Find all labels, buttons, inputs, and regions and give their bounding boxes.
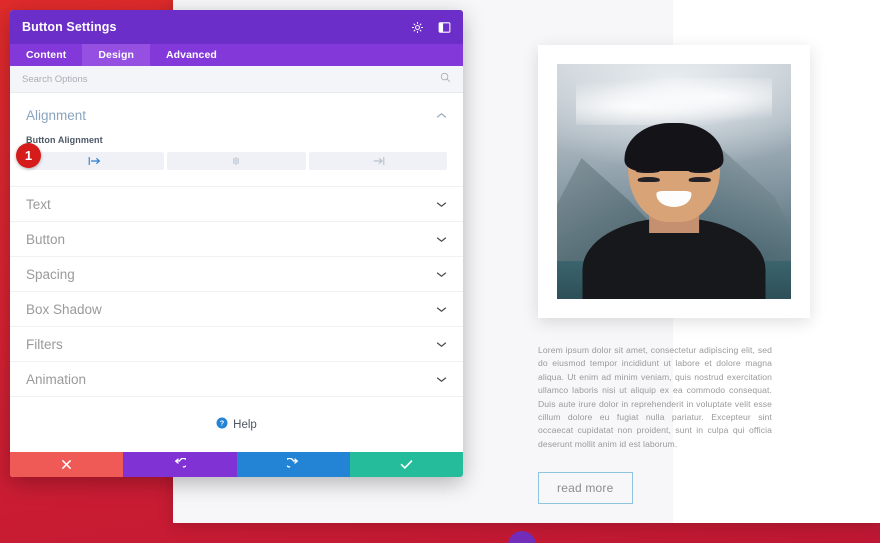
chevron-down-icon	[436, 370, 447, 388]
align-center-button[interactable]	[167, 152, 306, 170]
panel-layout-icon[interactable]	[438, 21, 451, 34]
section-filters-title: Filters	[26, 336, 63, 352]
modal-header: Button Settings	[10, 10, 463, 44]
question-circle-icon: ?	[216, 416, 228, 434]
close-icon	[61, 459, 72, 470]
undo-button[interactable]	[123, 452, 237, 477]
section-alignment-title: Alignment	[26, 107, 87, 123]
preview-body-text: Lorem ipsum dolor sit amet, consectetur …	[538, 345, 772, 449]
preview-photo	[557, 64, 791, 299]
page-scroll-dot	[508, 531, 536, 543]
align-right-button[interactable]	[308, 152, 447, 170]
undo-icon	[173, 458, 187, 471]
section-animation-title: Animation	[26, 371, 87, 387]
search-icon	[440, 70, 451, 88]
modal-tabs: Content Design Advanced	[10, 44, 463, 66]
tab-advanced[interactable]: Advanced	[150, 44, 233, 66]
search-options-bar	[10, 66, 463, 93]
section-alignment: Alignment Button Alignment	[10, 93, 463, 186]
section-alignment-header[interactable]: Alignment	[26, 106, 447, 135]
section-spacing[interactable]: Spacing	[10, 256, 463, 291]
chevron-down-icon	[436, 300, 447, 318]
tab-design[interactable]: Design	[82, 44, 150, 66]
person-hair	[624, 123, 724, 171]
modal-title: Button Settings	[22, 20, 117, 34]
button-settings-modal: Button Settings Content Design Advanced	[10, 10, 463, 477]
section-text[interactable]: Text	[10, 186, 463, 221]
modal-body: Alignment Button Alignment Text Button S…	[10, 93, 463, 452]
person-eye-right	[688, 176, 711, 182]
section-box-shadow-title: Box Shadow	[26, 301, 102, 317]
chevron-down-icon	[436, 335, 447, 353]
chevron-down-icon	[436, 265, 447, 283]
cancel-button[interactable]	[10, 452, 124, 477]
chevron-up-icon	[436, 106, 447, 124]
help-row[interactable]: ? Help	[10, 396, 463, 452]
section-spacing-title: Spacing	[26, 266, 75, 282]
chevron-down-icon	[436, 195, 447, 213]
expand-icon[interactable]	[411, 21, 424, 34]
save-button[interactable]	[349, 452, 463, 477]
svg-text:?: ?	[220, 418, 225, 427]
photo-person	[582, 116, 766, 299]
section-box-shadow[interactable]: Box Shadow	[10, 291, 463, 326]
preview-image-module	[538, 45, 810, 318]
tab-content[interactable]: Content	[10, 44, 82, 66]
check-icon	[400, 459, 413, 470]
chevron-down-icon	[436, 230, 447, 248]
section-button-title: Button	[26, 231, 66, 247]
search-input[interactable]	[22, 73, 440, 85]
button-alignment-label: Button Alignment	[26, 135, 103, 145]
section-filters[interactable]: Filters	[10, 326, 463, 361]
section-animation[interactable]: Animation	[10, 361, 463, 396]
redo-button[interactable]	[236, 452, 350, 477]
align-center-icon	[229, 156, 243, 166]
button-alignment-control	[26, 152, 447, 186]
step-badge-1: 1	[16, 143, 41, 168]
align-right-icon	[371, 156, 385, 166]
person-eye-left	[637, 176, 660, 182]
align-left-icon	[88, 156, 102, 166]
help-label: Help	[233, 418, 257, 431]
section-text-title: Text	[26, 196, 51, 212]
modal-header-actions	[411, 21, 451, 34]
redo-icon	[286, 458, 300, 471]
modal-footer	[10, 452, 463, 477]
section-button[interactable]: Button	[10, 221, 463, 256]
read-more-button[interactable]: read more	[538, 472, 633, 504]
align-left-button[interactable]	[26, 152, 165, 170]
